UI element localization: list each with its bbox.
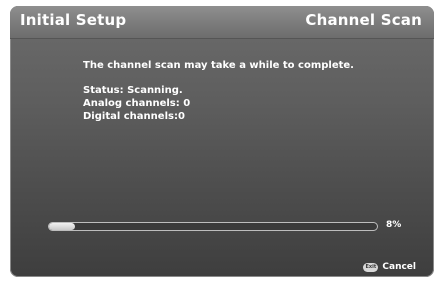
cancel-label: Cancel bbox=[382, 262, 416, 272]
exit-key-icon: Exit bbox=[363, 262, 379, 272]
channel-scan-screen: Initial Setup Channel Scan The channel s… bbox=[10, 6, 434, 277]
analog-channels-count: Analog channels: 0 bbox=[83, 98, 191, 109]
status-block: Status: Scanning. Analog channels: 0 Dig… bbox=[83, 84, 190, 123]
header-bar: Initial Setup Channel Scan bbox=[10, 6, 434, 39]
scan-progress-percent: 8% bbox=[386, 220, 402, 230]
scan-progress-bar bbox=[48, 222, 378, 231]
cancel-button[interactable]: Exit Cancel bbox=[363, 262, 416, 272]
section-title: Channel Scan bbox=[305, 11, 422, 29]
page-title: Initial Setup bbox=[20, 11, 127, 29]
status-text: Status: Scanning. bbox=[83, 85, 183, 96]
scan-info-message: The channel scan may take a while to com… bbox=[83, 60, 354, 71]
digital-channels-count: Digital channels:0 bbox=[83, 111, 185, 122]
scan-progress-fill bbox=[49, 223, 76, 230]
